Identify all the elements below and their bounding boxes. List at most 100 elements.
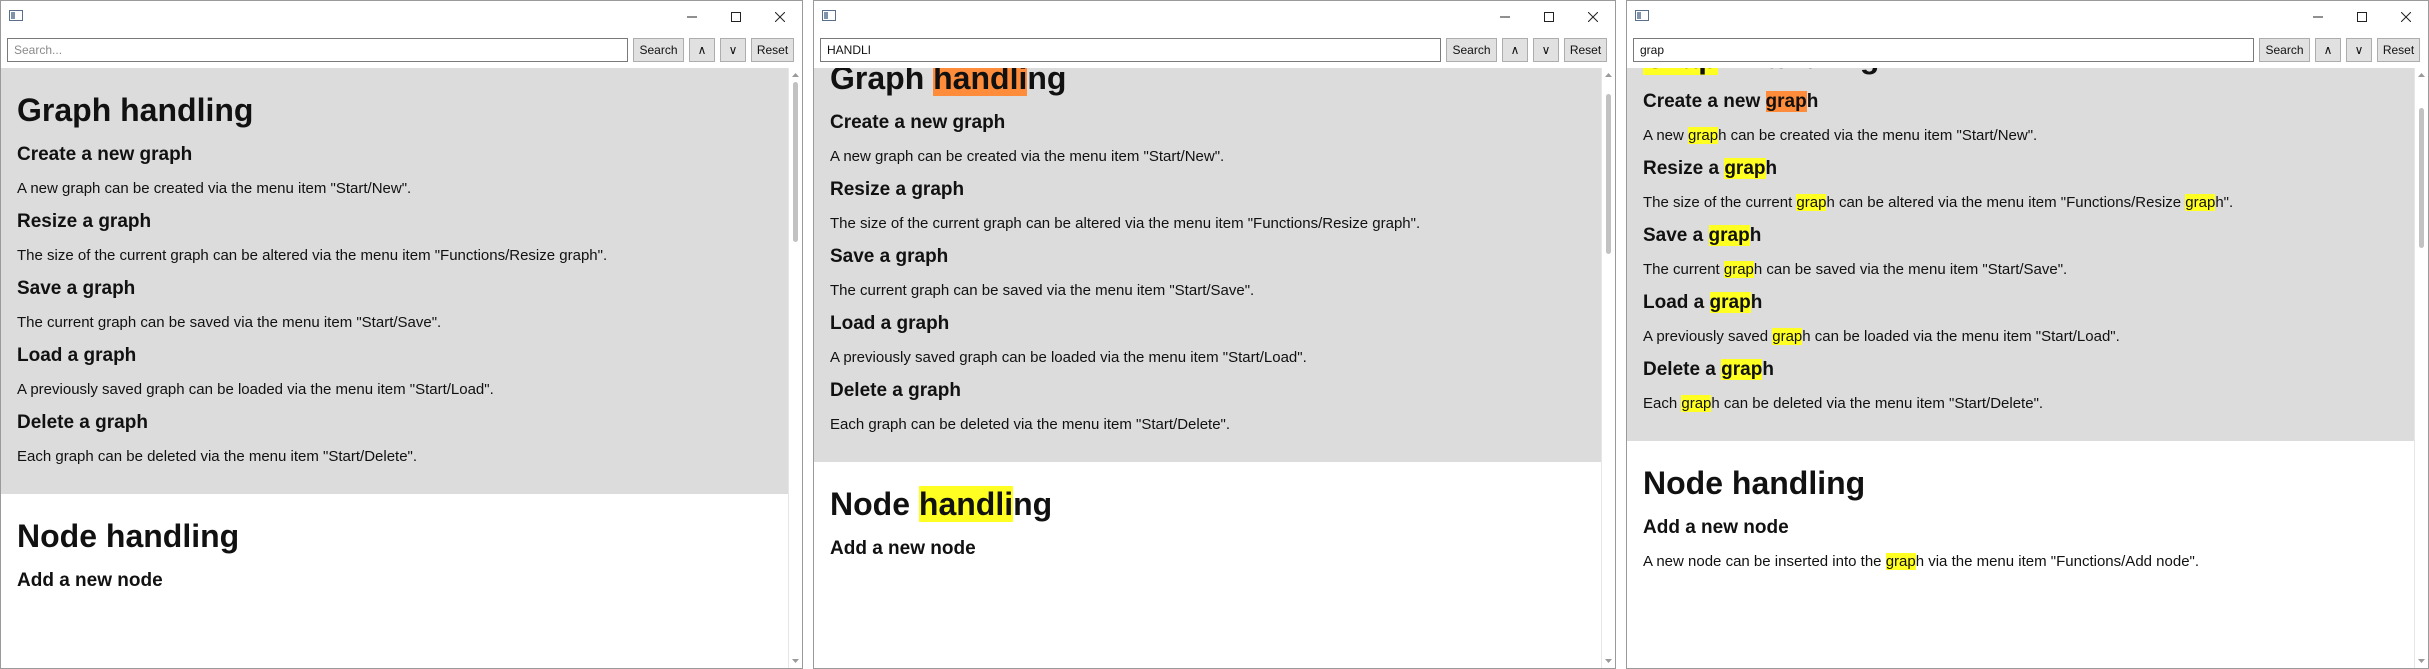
scroll-down-icon[interactable] (1605, 658, 1612, 664)
section-title: Node handling (1643, 465, 1866, 501)
search-match-highlight: grap (1723, 261, 1754, 278)
section-title: Graph handling (1643, 68, 2415, 76)
help-content-viewport[interactable]: Graph handling Create a new graph A new gr… (1, 68, 789, 668)
section-title: Graph handling (17, 92, 254, 128)
scroll-up-icon[interactable] (2418, 72, 2425, 78)
previous-match-button[interactable]: ∧ (1502, 38, 1528, 62)
search-match-highlight: grap (1681, 395, 1712, 412)
topic-description: The current graph can be saved via the m… (17, 314, 442, 331)
scroll-thumb[interactable] (793, 82, 798, 242)
search-match-highlight: Grap (1643, 68, 1718, 75)
search-input[interactable] (7, 38, 628, 62)
close-icon (1588, 11, 1598, 22)
topic-heading: Add a new node (830, 538, 976, 559)
maximize-button[interactable] (2340, 1, 2384, 32)
search-input[interactable] (1633, 38, 2254, 62)
search-match-highlight: grap (1885, 553, 1916, 570)
search-match-highlight: grap (1796, 194, 1827, 211)
scroll-thumb[interactable] (2419, 108, 2424, 248)
next-match-button[interactable]: ∨ (2346, 38, 2372, 62)
reset-button[interactable]: Reset (1564, 38, 1607, 62)
topic-heading: Delete a graph (17, 412, 148, 433)
topic-description: The size of the current graph can be alt… (830, 215, 1421, 232)
previous-match-button[interactable]: ∧ (689, 38, 715, 62)
scroll-thumb[interactable] (1606, 94, 1611, 254)
reset-button[interactable]: Reset (2377, 38, 2420, 62)
minimize-button[interactable] (670, 1, 714, 32)
help-section: Graph handling Create a new graph A new gr… (814, 68, 1602, 462)
maximize-button[interactable] (1527, 1, 1571, 32)
search-match-highlight: grap (1688, 127, 1719, 144)
search-match-highlight: grap (1772, 328, 1803, 345)
topic-description: A previously saved graph can be loaded v… (830, 349, 1307, 366)
vertical-scrollbar[interactable] (788, 68, 802, 668)
title-bar[interactable] (1, 1, 802, 32)
app-icon (9, 10, 23, 21)
search-match-highlight: handli (918, 486, 1014, 522)
close-button[interactable] (1571, 1, 1615, 32)
search-input[interactable] (820, 38, 1441, 62)
help-content-viewport[interactable]: Graph handling Create a new graph A new gr… (1627, 68, 2415, 668)
topic-heading: Delete a graph (1643, 359, 1774, 380)
topic-description: A previously saved graph can be loaded v… (17, 381, 494, 398)
topic-heading: Add a new node (1643, 517, 1789, 538)
help-window-2: Search ∧ ∨ Reset Graph handling Create a … (813, 0, 1616, 669)
close-icon (2401, 11, 2411, 22)
topic-heading: Resize a graph (830, 179, 965, 200)
vertical-scrollbar[interactable] (1601, 68, 1615, 668)
topic-heading: Load a graph (830, 313, 950, 334)
app-icon (822, 10, 836, 21)
topic-description: A new graph can be created via the menu … (830, 148, 1225, 165)
topic-heading: Save a graph (1643, 225, 1762, 246)
help-section: Graph handling Create a new graph A new gr… (1, 68, 789, 494)
topic-heading: Save a graph (830, 246, 949, 267)
next-match-button[interactable]: ∨ (720, 38, 746, 62)
topic-description: A new graph can be created via the menu … (17, 180, 412, 197)
search-match-highlight: grap (1708, 225, 1750, 246)
topic-description: A new node can be inserted into the grap… (1643, 553, 2200, 570)
minimize-icon (2313, 16, 2323, 17)
search-button[interactable]: Search (2259, 38, 2310, 62)
scroll-up-icon[interactable] (792, 72, 799, 78)
topic-description: A previously saved graph can be loaded v… (1643, 328, 2120, 345)
topic-heading: Resize a graph (17, 211, 152, 232)
minimize-button[interactable] (2296, 1, 2340, 32)
scroll-down-icon[interactable] (792, 658, 799, 664)
section-title: Node handling (830, 486, 1053, 522)
close-button[interactable] (2384, 1, 2428, 32)
topic-description: Each graph can be deleted via the menu i… (830, 416, 1231, 433)
scroll-down-icon[interactable] (2418, 658, 2425, 664)
section-title: Node handling (17, 518, 240, 554)
topic-heading: Save a graph (17, 278, 136, 299)
topic-heading: Delete a graph (830, 380, 961, 401)
help-content: Graph handling Create a new graph A new gr… (1627, 68, 2415, 599)
minimize-button[interactable] (1483, 1, 1527, 32)
search-button[interactable]: Search (1446, 38, 1497, 62)
help-window-3: Search ∧ ∨ Reset Graph handling Create a … (1626, 0, 2429, 669)
reset-button[interactable]: Reset (751, 38, 794, 62)
maximize-icon (2357, 11, 2367, 22)
topic-heading: Create a new graph (1643, 91, 1819, 112)
search-match-highlight: handli (933, 68, 1028, 96)
close-button[interactable] (758, 1, 802, 32)
next-match-button[interactable]: ∨ (1533, 38, 1559, 62)
search-match-highlight: grap (1765, 91, 1807, 112)
maximize-button[interactable] (714, 1, 758, 32)
topic-description: Each graph can be deleted via the menu i… (1643, 395, 2044, 412)
topic-description: Each graph can be deleted via the menu i… (17, 448, 418, 465)
search-toolbar: Search ∧ ∨ Reset (1, 34, 802, 66)
help-content-viewport[interactable]: Graph handling Create a new graph A new gr… (814, 68, 1602, 668)
topic-description: A new graph can be created via the menu … (1643, 127, 2038, 144)
search-button[interactable]: Search (633, 38, 684, 62)
title-bar[interactable] (1627, 1, 2428, 32)
previous-match-button[interactable]: ∧ (2315, 38, 2341, 62)
topic-heading: Create a new graph (17, 144, 193, 165)
search-match-highlight: grap (1724, 158, 1766, 179)
maximize-icon (1544, 11, 1554, 22)
scroll-up-icon[interactable] (1605, 72, 1612, 78)
app-icon (1635, 10, 1649, 21)
topic-description: The current graph can be saved via the m… (830, 282, 1255, 299)
minimize-icon (1500, 16, 1510, 17)
title-bar[interactable] (814, 1, 1615, 32)
vertical-scrollbar[interactable] (2414, 68, 2428, 668)
